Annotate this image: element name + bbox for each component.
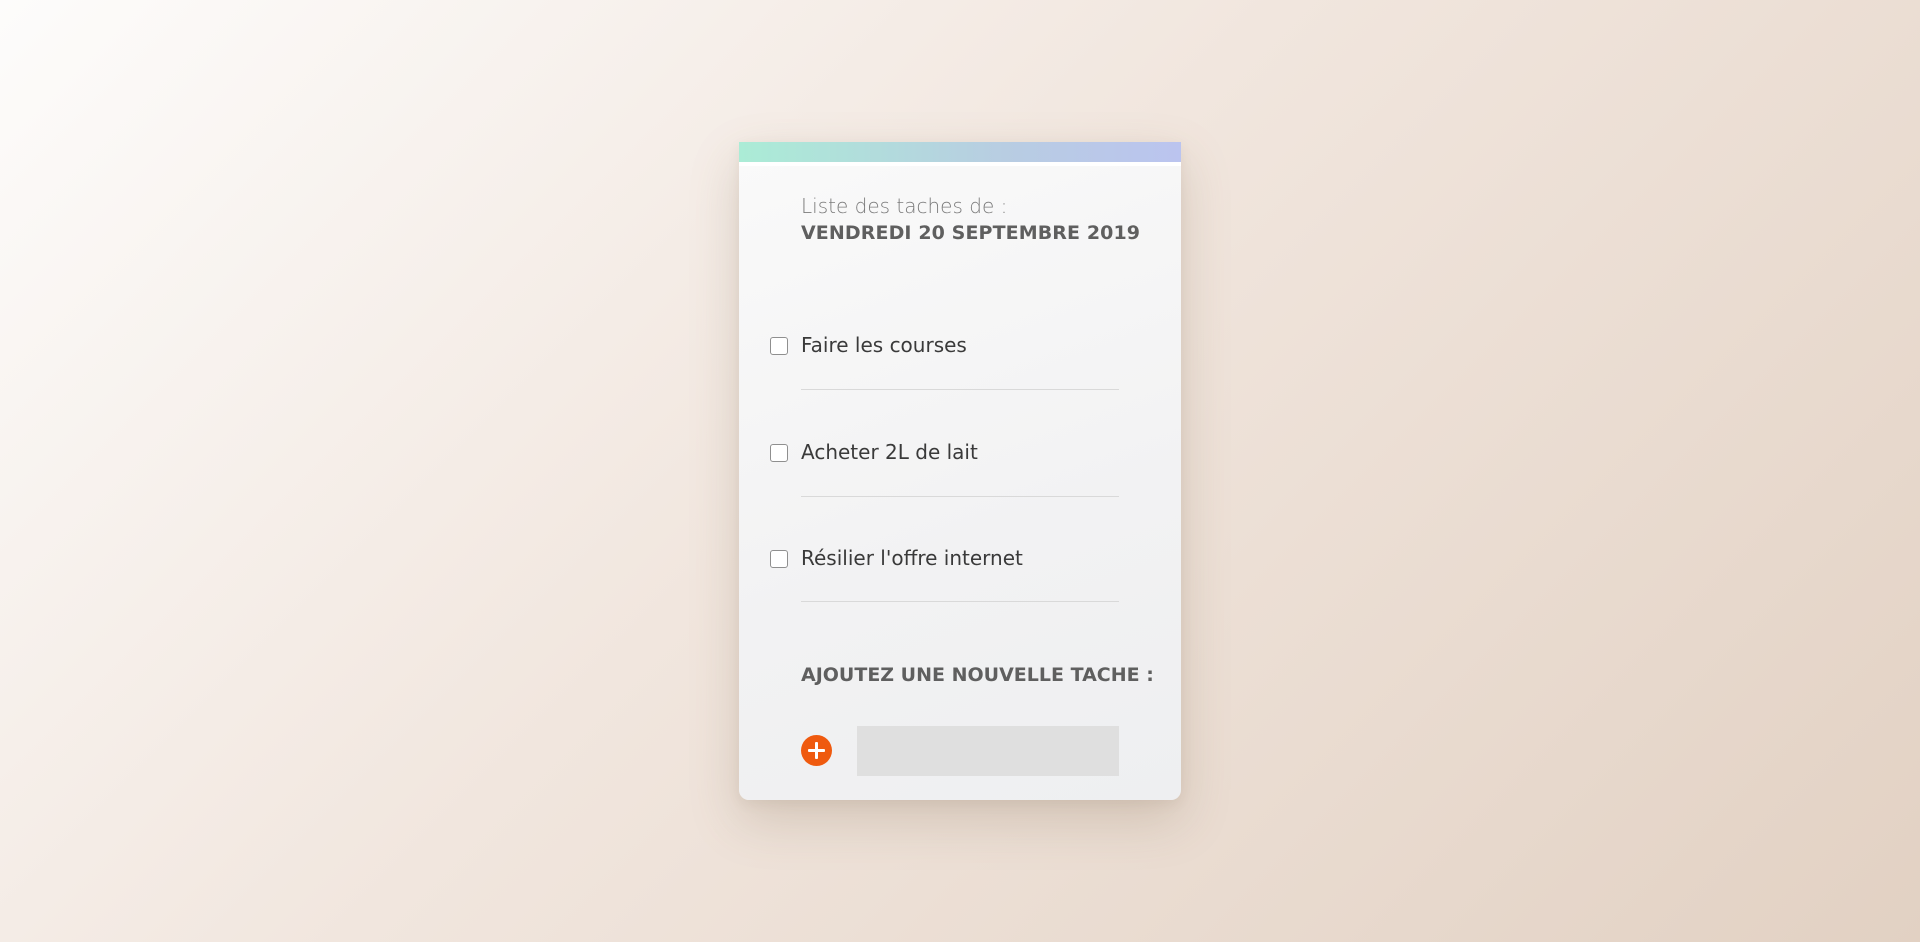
todo-card: Liste des taches de : VENDREDI 20 SEPTEM… — [739, 142, 1181, 800]
add-task-button[interactable] — [801, 735, 832, 766]
card-top-accent-bar — [739, 142, 1181, 166]
task-item: Acheter 2L de lait — [739, 434, 1181, 474]
task-checkbox[interactable] — [770, 337, 788, 355]
task-item: Résilier l'offre internet — [739, 540, 1181, 580]
new-task-input[interactable] — [857, 726, 1119, 776]
task-label: Faire les courses — [801, 333, 967, 357]
task-checkbox[interactable] — [770, 550, 788, 568]
task-label: Acheter 2L de lait — [801, 440, 978, 464]
list-header-label: Liste des taches de : — [801, 194, 1008, 218]
task-divider — [801, 389, 1119, 390]
task-divider — [801, 601, 1119, 602]
task-divider — [801, 496, 1119, 497]
task-item: Faire les courses — [739, 327, 1181, 367]
list-date: VENDREDI 20 SEPTEMBRE 2019 — [801, 222, 1141, 244]
task-label: Résilier l'offre internet — [801, 546, 1023, 570]
add-task-title: AJOUTEZ UNE NOUVELLE TACHE : — [801, 664, 1154, 686]
task-checkbox[interactable] — [770, 444, 788, 462]
